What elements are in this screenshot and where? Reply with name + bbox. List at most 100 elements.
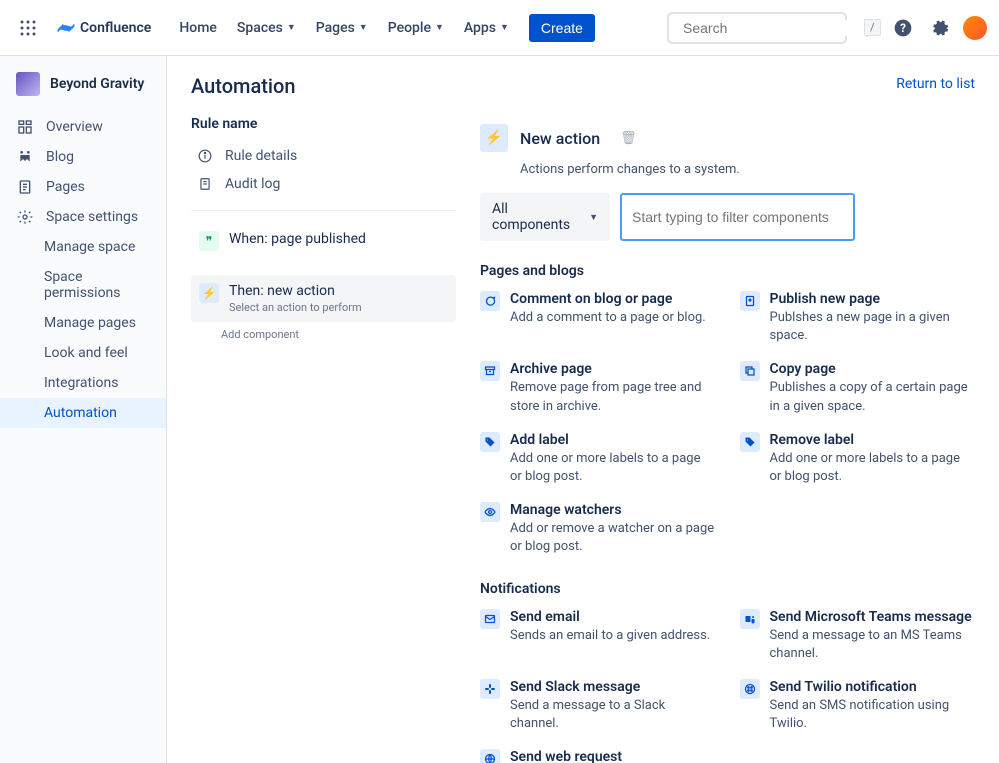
panel-description: Actions perform changes to a system. <box>520 162 975 177</box>
action-card[interactable]: Remove labelAdd one or more labels to a … <box>740 432 976 486</box>
sidebar-sub-look-and-feel[interactable]: Look and feel <box>0 338 166 368</box>
action-card[interactable]: Send Twilio notificationSend an SMS noti… <box>740 679 976 733</box>
rule-steps: ❞ When: page published ⚡ Then: new actio… <box>191 223 456 347</box>
nav-pages[interactable]: Pages ▼ <box>308 14 376 42</box>
component-filter-dropdown[interactable]: All components ▼ <box>480 193 610 241</box>
action-title: Send Microsoft Teams message <box>770 609 976 625</box>
nav-label: Pages <box>316 20 355 36</box>
sidebar-item-overview[interactable]: Overview <box>0 112 166 142</box>
chevron-down-icon: ▼ <box>287 22 296 33</box>
rule-details-link[interactable]: Rule details <box>191 142 456 170</box>
comment-icon <box>480 291 500 311</box>
action-card[interactable]: Copy page Publishes a copy of a certain p… <box>740 361 976 415</box>
pages-icon <box>16 179 34 195</box>
action-title: Send web request <box>510 749 666 763</box>
step-title: Then: new action <box>229 283 362 299</box>
action-grid: Send emailSends an email to a given addr… <box>480 609 975 763</box>
meta-label: Rule details <box>225 148 297 164</box>
user-avatar[interactable] <box>963 16 987 40</box>
add-component-link[interactable]: Add component <box>221 322 456 347</box>
top-nav: Home Spaces ▼ Pages ▼ People▼ Apps▼ <box>171 14 517 42</box>
step-when[interactable]: ❞ When: page published <box>191 223 456 259</box>
sidebar-item-pages[interactable]: Pages <box>0 172 166 202</box>
confluence-logo[interactable]: Confluence <box>48 18 159 38</box>
mail-icon <box>480 609 500 629</box>
delete-icon[interactable]: 🗑 <box>620 131 637 146</box>
nav-apps[interactable]: Apps▼ <box>456 14 517 42</box>
dropdown-label: All components <box>492 201 589 233</box>
settings-icon[interactable] <box>923 12 955 44</box>
action-title: Send email <box>510 609 710 625</box>
step-then[interactable]: ⚡ Then: new action Select an action to p… <box>191 275 456 322</box>
sidebar-item-label: Pages <box>46 179 85 195</box>
space-header[interactable]: Beyond Gravity <box>0 64 166 104</box>
component-filter-input[interactable] <box>620 193 855 241</box>
search-input-wrapper[interactable]: / <box>667 12 847 44</box>
filter-controls: All components ▼ <box>480 193 975 241</box>
app-switcher-icon[interactable] <box>12 12 44 44</box>
sidebar-item-label: Look and feel <box>44 345 128 361</box>
sidebar-sub-space-permissions[interactable]: Space permissions <box>0 262 166 308</box>
sidebar-sub-integrations[interactable]: Integrations <box>0 368 166 398</box>
copy-icon <box>740 361 760 381</box>
sidebar-sub-automation[interactable]: Automation <box>0 398 166 428</box>
overview-icon <box>16 119 34 135</box>
action-card[interactable]: Publish new pagePublshes a new page in a… <box>740 291 976 345</box>
nav-people[interactable]: People▼ <box>380 14 452 42</box>
chevron-down-icon: ▼ <box>589 212 598 223</box>
chevron-down-icon: ▼ <box>500 22 509 33</box>
action-description: Add or remove a watcher on a page or blo… <box>510 520 716 556</box>
chevron-down-icon: ▼ <box>359 22 368 33</box>
topbar: Confluence Home Spaces ▼ Pages ▼ People▼ A… <box>0 0 999 56</box>
sidebar-item-label: Space permissions <box>44 269 150 301</box>
return-to-list-link[interactable]: Return to list <box>896 76 975 92</box>
nav-spaces[interactable]: Spaces ▼ <box>229 14 304 42</box>
action-card[interactable]: Comment on blog or pageAdd a comment to … <box>480 291 716 345</box>
search-shortcut-badge: / <box>864 19 881 36</box>
action-grid: Comment on blog or pageAdd a comment to … <box>480 291 975 557</box>
action-description: Publishes a copy of a certain page in a … <box>770 379 976 415</box>
nav-label: Home <box>179 20 217 36</box>
page-title: Automation <box>191 74 456 98</box>
nav-home[interactable]: Home <box>171 14 225 42</box>
nav-label: Spaces <box>237 20 283 36</box>
action-description: Add a comment to a page or blog. <box>510 309 706 327</box>
blog-icon <box>16 149 34 165</box>
action-card[interactable]: Archive pageRemove page from page tree a… <box>480 361 716 415</box>
space-logo-icon <box>16 72 40 96</box>
action-card[interactable]: Send Microsoft Teams message Send a messa… <box>740 609 976 663</box>
teams-icon <box>740 609 760 629</box>
sidebar-item-space-settings[interactable]: Space settings <box>0 202 166 232</box>
action-description: Send a message to an MS Teams channel. <box>770 627 976 663</box>
action-card[interactable]: Send Slack messageSend a message to a Sl… <box>480 679 716 733</box>
sidebar-sub-manage-pages[interactable]: Manage pages <box>0 308 166 338</box>
action-card[interactable]: Manage watchersAdd or remove a watcher o… <box>480 502 716 556</box>
twilio-icon <box>740 679 760 699</box>
tag-icon <box>740 432 760 452</box>
search-input[interactable] <box>677 20 864 36</box>
action-title: Add label <box>510 432 716 448</box>
tag-icon <box>480 432 500 452</box>
bolt-icon: ⚡ <box>199 283 219 303</box>
rule-builder-column: Automation Rule name Rule details Audit … <box>191 74 456 739</box>
section-title: Pages and blogs <box>480 263 975 279</box>
step-title: When: page published <box>229 231 366 247</box>
action-card[interactable]: Add label Add one or more labels to a pag… <box>480 432 716 486</box>
action-description: Publshes a new page in a given space. <box>770 309 976 345</box>
action-title: Copy page <box>770 361 976 377</box>
svg-text:?: ? <box>900 21 906 35</box>
create-button[interactable]: Create <box>529 14 595 42</box>
sidebar: Beyond Gravity Overview Blog Pages Space… <box>0 56 167 763</box>
sidebar-item-blog[interactable]: Blog <box>0 142 166 172</box>
audit-log-link[interactable]: Audit log <box>191 170 456 198</box>
action-card[interactable]: Send emailSends an email to a given addr… <box>480 609 716 663</box>
divider <box>191 210 456 211</box>
help-icon[interactable]: ? <box>887 12 919 44</box>
action-description: Add one or more labels to a page or blog… <box>510 450 716 486</box>
publish-icon <box>740 291 760 311</box>
archive-icon <box>480 361 500 381</box>
action-card[interactable]: Send web requestSend request to a given … <box>480 749 716 763</box>
product-name: Confluence <box>80 20 151 36</box>
web-icon <box>480 749 500 763</box>
sidebar-sub-manage-space[interactable]: Manage space <box>0 232 166 262</box>
